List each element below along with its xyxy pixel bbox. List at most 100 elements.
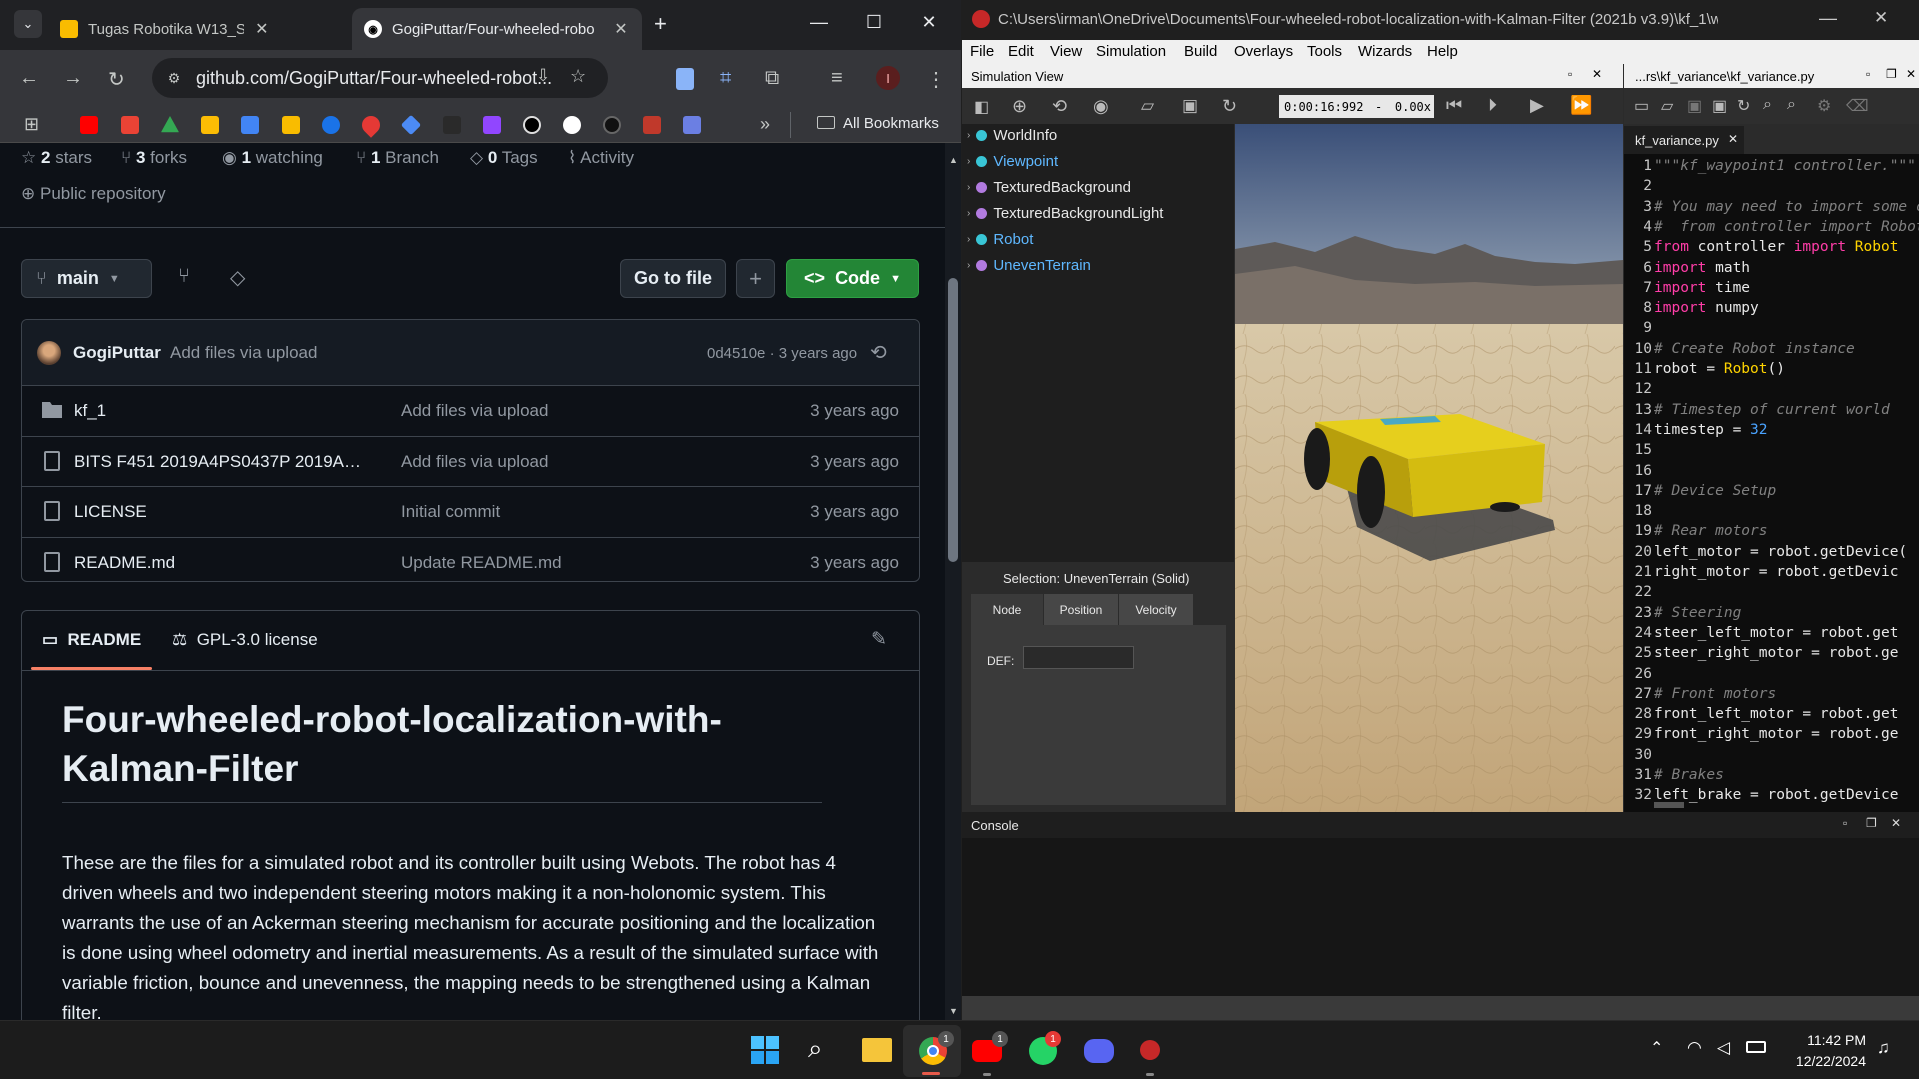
diamond-icon[interactable] (400, 114, 422, 136)
branch-selector[interactable]: ⑂ main ▼ (21, 259, 152, 298)
float-icon[interactable]: ▫ (1843, 816, 1847, 830)
scroll-up-icon[interactable]: ▲ (949, 155, 958, 165)
bookmark-stack-icon[interactable] (683, 116, 701, 134)
code-line[interactable]: 29 front_right_motor = robot.ge (1624, 726, 1919, 746)
code-line[interactable]: 9 (1624, 320, 1919, 340)
scrollbar-thumb[interactable] (948, 278, 958, 562)
file-name[interactable]: LICENSE (74, 502, 364, 522)
battery-icon[interactable] (1746, 1041, 1766, 1053)
minimize-icon[interactable]: — (1819, 8, 1837, 29)
url-text[interactable]: github.com/GogiPuttar/Four-wheeled-robot… (196, 68, 552, 89)
kebab-menu-icon[interactable]: ⋮ (926, 67, 946, 92)
tab-license[interactable]: ⚖ GPL-3.0 license (172, 630, 318, 650)
open-world-icon[interactable]: ▱ (1141, 96, 1154, 116)
save-file-icon[interactable]: ▣ (1687, 96, 1702, 116)
step-icon[interactable]: ⏵ (1488, 95, 1497, 116)
search-icon[interactable]: ⌕ (808, 1033, 823, 1065)
open-file-icon[interactable]: ▱ (1661, 96, 1673, 116)
history-icon[interactable]: ⟲ (870, 340, 887, 365)
tab-node[interactable]: Node (971, 594, 1043, 625)
close-icon[interactable]: ✕ (1906, 67, 1916, 81)
file-explorer-icon[interactable] (862, 1038, 892, 1062)
file-row[interactable]: BITS F451 2019A4PS0437P 2019A4... Add fi… (22, 437, 919, 487)
tab-velocity[interactable]: Velocity (1119, 594, 1193, 625)
activity-link[interactable]: ⌇ Activity (568, 148, 634, 168)
tab-robotika[interactable]: Tugas Robotika W13_Semester ✕ (48, 8, 282, 50)
clock-time[interactable]: 11:42 PM (1788, 1032, 1866, 1048)
code-line[interactable]: 27 # Front motors (1624, 686, 1919, 706)
save-all-icon[interactable]: ▣ (1712, 96, 1727, 116)
youtube-icon[interactable] (80, 116, 98, 134)
reload-icon[interactable]: ↻ (108, 67, 125, 92)
keep-icon[interactable] (282, 116, 300, 134)
code-line[interactable]: 11 robot = Robot() (1624, 361, 1919, 381)
tab-search-button[interactable]: ⌄ (14, 10, 42, 38)
menu-file[interactable]: File (970, 43, 994, 60)
code-line[interactable]: 18 (1624, 503, 1919, 523)
find-icon[interactable]: ⌕ (1763, 96, 1772, 114)
restore-icon[interactable]: ❐ (1886, 67, 1897, 81)
file-commit-message[interactable]: Initial commit (401, 502, 500, 522)
file-row[interactable]: LICENSE Initial commit 3 years ago (22, 487, 919, 538)
gmail-icon[interactable] (121, 116, 139, 134)
branches-icon[interactable]: ⑂ (178, 265, 190, 288)
scene-node-texturedbackground[interactable]: › TexturedBackground (967, 179, 1131, 196)
file-commit-message[interactable]: Add files via upload (401, 401, 548, 421)
reset-simulation-icon[interactable]: ⏮ (1446, 95, 1462, 116)
profile-avatar[interactable]: I (876, 66, 900, 90)
scene-node-uneventerrain[interactable]: › UnevenTerrain (967, 257, 1091, 274)
file-name[interactable]: README.md (74, 553, 364, 573)
lens-icon[interactable]: ⌗ (720, 67, 731, 90)
code-line[interactable]: 28 front_left_motor = robot.get (1624, 706, 1919, 726)
close-tab-icon[interactable]: ✕ (612, 19, 630, 39)
volume-icon[interactable]: ◁ (1717, 1038, 1730, 1058)
openai-icon[interactable] (523, 116, 541, 134)
code-line[interactable]: 20 left_motor = robot.getDevice( (1624, 544, 1919, 564)
code-line[interactable]: 10 # Create Robot instance (1624, 341, 1919, 361)
code-line[interactable]: 8 import numpy (1624, 300, 1919, 320)
code-line[interactable]: 2 (1624, 178, 1919, 198)
console-output[interactable] (962, 838, 1919, 996)
reset-view-icon[interactable]: ⟲ (1052, 96, 1067, 117)
code-line[interactable]: 5 from controller import Robot (1624, 239, 1919, 259)
all-bookmarks[interactable]: All Bookmarks (817, 115, 939, 132)
file-commit-message[interactable]: Update README.md (401, 553, 562, 573)
commit-author[interactable]: GogiPuttar (73, 343, 161, 363)
address-bar[interactable]: ⚙ github.com/GogiPuttar/Four-wheeled-rob… (152, 58, 608, 98)
stars-link[interactable]: ☆ 2 stars (21, 148, 92, 168)
scene-node-robot[interactable]: › Robot (967, 231, 1033, 248)
bookmark-red-icon[interactable] (643, 116, 661, 134)
restore-icon[interactable]: ❐ (1866, 816, 1877, 830)
clean-icon[interactable]: ⌫ (1846, 96, 1869, 116)
menu-edit[interactable]: Edit (1008, 43, 1034, 60)
new-tab-button[interactable]: + (654, 11, 667, 37)
chevron-right-icon[interactable]: › (967, 208, 970, 219)
code-line[interactable]: 25 steer_right_motor = robot.ge (1624, 645, 1919, 665)
menu-help[interactable]: Help (1427, 43, 1458, 60)
code-line[interactable]: 7 import time (1624, 280, 1919, 300)
forward-icon[interactable]: → (63, 67, 83, 90)
add-file-button[interactable]: + (736, 259, 775, 298)
code-line[interactable]: 12 (1624, 381, 1919, 401)
code-line[interactable]: 22 (1624, 584, 1919, 604)
float-icon[interactable]: ▫ (1568, 67, 1572, 81)
close-icon[interactable]: ✕ (1592, 67, 1602, 81)
scene-node-viewpoint[interactable]: › Viewpoint (967, 153, 1058, 170)
onedrive-icon[interactable] (322, 116, 340, 134)
editor-tab[interactable]: kf_variance.py ✕ (1624, 126, 1744, 154)
code-line[interactable]: 21 right_motor = robot.getDevic (1624, 564, 1919, 584)
code-line[interactable]: 24 steer_left_motor = robot.get (1624, 625, 1919, 645)
horizontal-scrollbar[interactable] (1654, 802, 1684, 808)
watching-link[interactable]: ◉ 1 watching (222, 148, 323, 168)
maximize-icon[interactable]: ☐ (859, 12, 889, 33)
forks-link[interactable]: ⑂ 3 forks (121, 148, 187, 168)
chevron-right-icon[interactable]: › (967, 234, 970, 245)
code-line[interactable]: 4# from controller import Robot, Motor, … (1624, 219, 1919, 239)
add-node-icon[interactable]: ⊕ (1012, 96, 1027, 117)
chevron-right-icon[interactable]: › (967, 260, 970, 271)
go-to-file-button[interactable]: Go to file (620, 259, 726, 298)
drive-icon[interactable] (161, 116, 179, 133)
def-input[interactable] (1023, 646, 1134, 669)
code-line[interactable]: 13 # Timestep of current world (1624, 402, 1919, 422)
code-line[interactable]: 17 # Device Setup (1624, 483, 1919, 503)
